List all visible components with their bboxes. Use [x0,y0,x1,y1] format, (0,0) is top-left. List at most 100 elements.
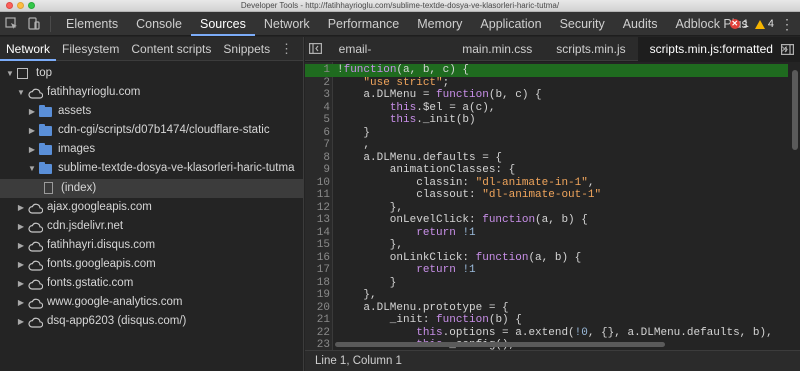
line-number[interactable]: 5 [305,114,330,127]
line-number[interactable]: 13 [305,214,330,227]
navigator-tab-list: Network Filesystem Content scripts Snippets [0,37,276,61]
navigator-tab-snippets[interactable]: Snippets [217,37,276,61]
code-text: a.DLMenu.prototype = { [337,301,509,314]
collapsed-arrow-icon[interactable]: ▶ [16,312,26,331]
line-number[interactable]: 9 [305,164,330,177]
warning-count: 4 [767,18,774,30]
line-number[interactable]: 4 [305,102,330,115]
tree-item-label: fatihhayrioglu.com [47,86,141,99]
tree-item[interactable]: ▶ cdn.jsdelivr.net [0,217,303,236]
line-number[interactable]: 23 [305,339,330,350]
line-number[interactable]: 19 [305,289,330,302]
code-line: 20 a.DLMenu.prototype = { [305,302,788,315]
navigator-tab-content-scripts[interactable]: Content scripts [125,37,217,61]
expanded-arrow-icon[interactable]: ▼ [27,159,37,178]
tab-security[interactable]: Security [551,12,614,36]
line-number[interactable]: 18 [305,277,330,290]
code-line: 10 classin: "dl-animate-in-1", [305,177,788,190]
code-line: 11 classout: "dl-animate-out-1" [305,189,788,202]
tree-item[interactable]: ▶ ajax.googleapis.com [0,198,303,217]
code-line: 15 }, [305,239,788,252]
code-line: 6 } [305,127,788,140]
inspect-element-icon[interactable] [0,12,22,36]
tab-performance[interactable]: Performance [319,12,409,36]
code-text: !function(a, b, c) { [337,64,470,76]
collapsed-arrow-icon[interactable]: ▶ [16,255,26,274]
code-line: 14 return !1 [305,227,788,240]
more-options-icon[interactable]: ⋮ [780,17,794,31]
collapsed-arrow-icon[interactable]: ▶ [16,236,26,255]
vertical-scrollbar[interactable] [791,64,799,344]
line-number[interactable]: 1 [305,64,330,77]
line-number[interactable]: 12 [305,202,330,215]
tree-item[interactable]: ▶ dsq-app6203 (disqus.com/) [0,312,303,331]
tree-item[interactable]: ▶ assets [0,102,303,121]
error-icon: ✕ [729,19,740,29]
tree-item[interactable]: ▶ cdn-cgi/scripts/d07b1474/cloudflare-sta… [0,121,303,140]
toggle-debugger-icon[interactable] [776,37,798,61]
error-counter[interactable]: ✕ 1 [729,18,749,30]
tab-elements[interactable]: Elements [57,12,127,36]
tab-application[interactable]: Application [471,12,550,36]
file-tab-email-decode-min-js[interactable]: email-decode.min.js [327,37,451,80]
line-number[interactable]: 20 [305,302,330,315]
line-number[interactable]: 10 [305,177,330,190]
tree-item[interactable]: ▶ www.google-analytics.com [0,293,303,312]
file-tab-main-min-css[interactable]: main.min.css [450,37,544,61]
devtools-main-toolbar: Elements Console Sources Network Performance… [0,12,800,36]
panel-tabs: Elements Console Sources Network Performance… [57,12,757,36]
warning-counter[interactable]: 4 [754,18,774,30]
line-number[interactable]: 3 [305,89,330,102]
code-editor[interactable]: 1 !function(a, b, c) {2 "use strict"; 3 a.… [305,62,800,350]
expanded-arrow-icon[interactable]: ▼ [16,83,26,102]
navigator-tab-filesystem[interactable]: Filesystem [56,37,125,61]
line-number[interactable]: 8 [305,152,330,165]
collapsed-arrow-icon[interactable]: ▶ [16,293,26,312]
navigator-tab-network[interactable]: Network [0,37,57,61]
tree-item[interactable]: ▶ fonts.gstatic.com [0,274,303,293]
line-number[interactable]: 17 [305,264,330,277]
toolbar-right: ✕ 1 4 ⋮ [729,12,794,36]
tab-sources[interactable]: Sources [190,12,255,36]
tree-item[interactable]: ▶ fonts.googleapis.com [0,255,303,274]
line-number[interactable]: 15 [305,239,330,252]
collapsed-arrow-icon[interactable]: ▶ [27,121,37,140]
collapsed-arrow-icon[interactable]: ▶ [27,102,37,121]
tab-network[interactable]: Network [255,12,319,36]
horizontal-scroll-thumb[interactable] [335,342,665,347]
toggle-navigator-icon[interactable] [305,37,327,61]
collapsed-arrow-icon[interactable]: ▶ [16,217,26,236]
expanded-arrow-icon[interactable]: ▼ [5,64,15,83]
horizontal-scrollbar[interactable] [333,341,790,348]
tree-item-label: fonts.googleapis.com [47,257,156,270]
tree-item[interactable]: (index) [0,178,303,198]
cursor-position-status: Line 1, Column 1 [305,350,800,371]
line-number[interactable]: 16 [305,252,330,265]
collapsed-arrow-icon[interactable]: ▶ [27,140,37,159]
tree-item[interactable]: ▼ top [0,64,303,83]
tree-item[interactable]: ▼ fatihhayrioglu.com [0,83,303,102]
collapsed-arrow-icon[interactable]: ▶ [16,198,26,217]
line-number[interactable]: 7 [305,139,330,152]
line-number[interactable]: 21 [305,314,330,327]
device-toolbar-icon[interactable] [22,12,44,36]
tree-item[interactable]: ▼ sublime-textde-dosya-ve-klasorleri-hari… [0,159,303,178]
line-number[interactable]: 14 [305,227,330,240]
file-icon [44,181,53,194]
tab-memory[interactable]: Memory [408,12,471,36]
vertical-scroll-thumb[interactable] [792,70,798,150]
code-line: 21 _init: function(b) { [305,314,788,327]
tree-item[interactable]: ▶ fatihhayri.disqus.com [0,236,303,255]
window-titlebar: Developer Tools - http://fatihhayrioglu.… [0,0,800,12]
navigator-menu-icon[interactable]: ⋮ [280,41,293,57]
line-number[interactable]: 6 [305,127,330,140]
collapsed-arrow-icon[interactable]: ▶ [16,274,26,293]
tree-item[interactable]: ▶ images [0,140,303,159]
code-line: 12 }, [305,202,788,215]
file-tab-scripts-min-js[interactable]: scripts.min.js [544,37,637,61]
line-number[interactable]: 2 [305,77,330,90]
line-number[interactable]: 22 [305,327,330,340]
tab-audits[interactable]: Audits [614,12,667,36]
tab-console[interactable]: Console [127,12,191,36]
line-number[interactable]: 11 [305,189,330,202]
